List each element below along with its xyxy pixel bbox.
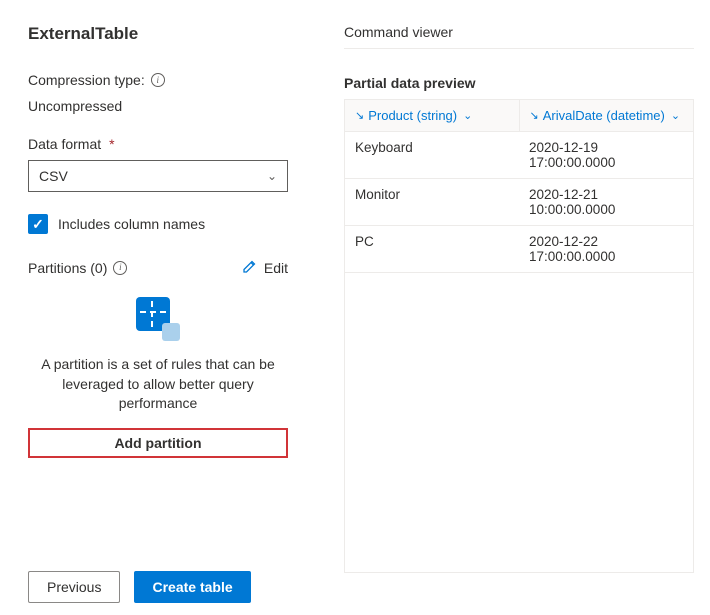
chevron-down-icon: ⌄ <box>671 109 680 122</box>
partitions-label-text: Partitions (0) <box>28 260 107 276</box>
column-name: ArivalDate (datetime) <box>543 108 665 123</box>
check-mark-icon: ✓ <box>32 216 44 233</box>
command-viewer-title: Command viewer <box>344 24 694 40</box>
right-panel: Command viewer Partial data preview ↘ Pr… <box>320 0 710 615</box>
edit-partitions-link[interactable]: Edit <box>242 258 288 277</box>
cell-date: 2020-12-21 10:00:00.0000 <box>519 179 693 225</box>
add-partition-button[interactable]: Add partition <box>28 428 288 458</box>
table-row: Keyboard 2020-12-19 17:00:00.0000 <box>345 132 693 179</box>
footer: Previous Create table <box>28 559 292 603</box>
info-icon[interactable]: i <box>113 261 127 275</box>
partitions-row: Partitions (0) i Edit <box>28 258 288 277</box>
partition-description: A partition is a set of rules that can b… <box>28 355 288 414</box>
page-title: ExternalTable <box>28 24 292 44</box>
info-icon[interactable]: i <box>151 73 165 87</box>
column-name: Product (string) <box>368 108 457 123</box>
cell-product: Keyboard <box>345 132 519 178</box>
table-empty-area <box>344 273 694 573</box>
pencil-icon <box>242 258 258 277</box>
column-header-arivaldate[interactable]: ↘ ArivalDate (datetime) ⌄ <box>520 100 694 131</box>
column-header-product[interactable]: ↘ Product (string) ⌄ <box>345 100 520 131</box>
cell-date: 2020-12-22 17:00:00.0000 <box>519 226 693 272</box>
chevron-down-icon: ⌄ <box>463 109 472 122</box>
compression-value: Uncompressed <box>28 98 292 114</box>
includes-column-names-checkbox[interactable]: ✓ Includes column names <box>28 214 292 234</box>
data-format-select[interactable]: CSV ⌄ <box>28 160 288 192</box>
left-panel: ExternalTable Compression type: i Uncomp… <box>0 0 320 615</box>
table-row: Monitor 2020-12-21 10:00:00.0000 <box>345 179 693 226</box>
data-format-label: Data format * <box>28 136 292 152</box>
table-row: PC 2020-12-22 17:00:00.0000 <box>345 226 693 272</box>
preview-table: ↘ Product (string) ⌄ ↘ ArivalDate (datet… <box>344 99 694 273</box>
cell-product: Monitor <box>345 179 519 225</box>
preview-title: Partial data preview <box>344 75 694 91</box>
column-type-icon: ↘ <box>355 109 364 122</box>
compression-label-text: Compression type: <box>28 72 145 88</box>
required-asterisk: * <box>109 136 114 152</box>
edit-label: Edit <box>264 260 288 276</box>
data-format-label-text: Data format <box>28 136 101 152</box>
command-viewer-divider <box>344 48 694 49</box>
partition-illustration: A partition is a set of rules that can b… <box>28 297 288 458</box>
data-format-value: CSV <box>39 168 68 184</box>
compression-label: Compression type: i <box>28 72 292 88</box>
checkbox-icon: ✓ <box>28 214 48 234</box>
includes-column-names-label: Includes column names <box>58 216 205 232</box>
cell-product: PC <box>345 226 519 272</box>
partitions-label: Partitions (0) i <box>28 260 127 276</box>
chevron-down-icon: ⌄ <box>267 169 277 183</box>
column-type-icon: ↘ <box>530 109 539 122</box>
table-header: ↘ Product (string) ⌄ ↘ ArivalDate (datet… <box>345 99 693 132</box>
cell-date: 2020-12-19 17:00:00.0000 <box>519 132 693 178</box>
create-table-button[interactable]: Create table <box>134 571 250 603</box>
previous-button[interactable]: Previous <box>28 571 120 603</box>
partition-icon <box>136 297 180 341</box>
